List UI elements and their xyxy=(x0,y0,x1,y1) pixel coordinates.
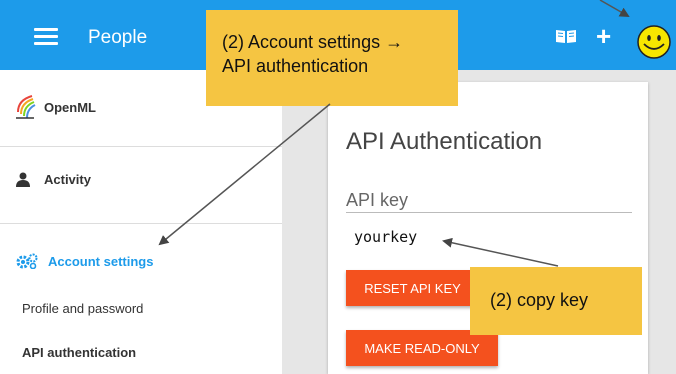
callout-account-settings: (2) Account settings → API authenticatio… xyxy=(206,10,458,106)
sidebar-subitem-api-authentication[interactable]: API authentication xyxy=(22,345,136,360)
card-title: API Authentication xyxy=(346,128,543,155)
sidebar-subitem-profile-password[interactable]: Profile and password xyxy=(22,301,143,316)
sidebar-item-label: Activity xyxy=(44,172,91,187)
reset-api-key-button[interactable]: RESET API KEY xyxy=(346,270,479,306)
sidebar-item-activity[interactable]: Activity xyxy=(16,172,91,187)
page-title: People xyxy=(88,27,148,48)
book-icon[interactable] xyxy=(555,28,577,44)
api-key-value[interactable]: yourkey xyxy=(354,228,417,246)
callout-text-line1: (2) Account settings → xyxy=(222,32,404,52)
sidebar: OpenML Activity Account settings Profile… xyxy=(0,70,282,374)
divider xyxy=(0,223,282,224)
plus-icon[interactable]: + xyxy=(596,23,611,49)
callout-copy-key: (2) copy key xyxy=(470,267,642,335)
smiley-avatar-icon[interactable] xyxy=(636,24,672,60)
divider xyxy=(0,146,282,147)
api-key-label: API key xyxy=(346,190,409,210)
make-read-only-button[interactable]: MAKE READ-ONLY xyxy=(346,330,498,366)
sidebar-item-account-settings[interactable]: Account settings xyxy=(16,253,153,269)
openml-logo-icon xyxy=(16,95,36,119)
openml-logo[interactable]: OpenML xyxy=(14,82,96,132)
sidebar-item-label: Account settings xyxy=(48,253,154,269)
api-key-field-underline xyxy=(346,212,632,213)
gears-icon xyxy=(16,253,38,269)
logo-text: OpenML xyxy=(44,99,96,115)
person-icon xyxy=(16,172,30,187)
callout-text-line2: API authentication xyxy=(222,56,369,76)
menu-icon[interactable] xyxy=(34,28,58,46)
